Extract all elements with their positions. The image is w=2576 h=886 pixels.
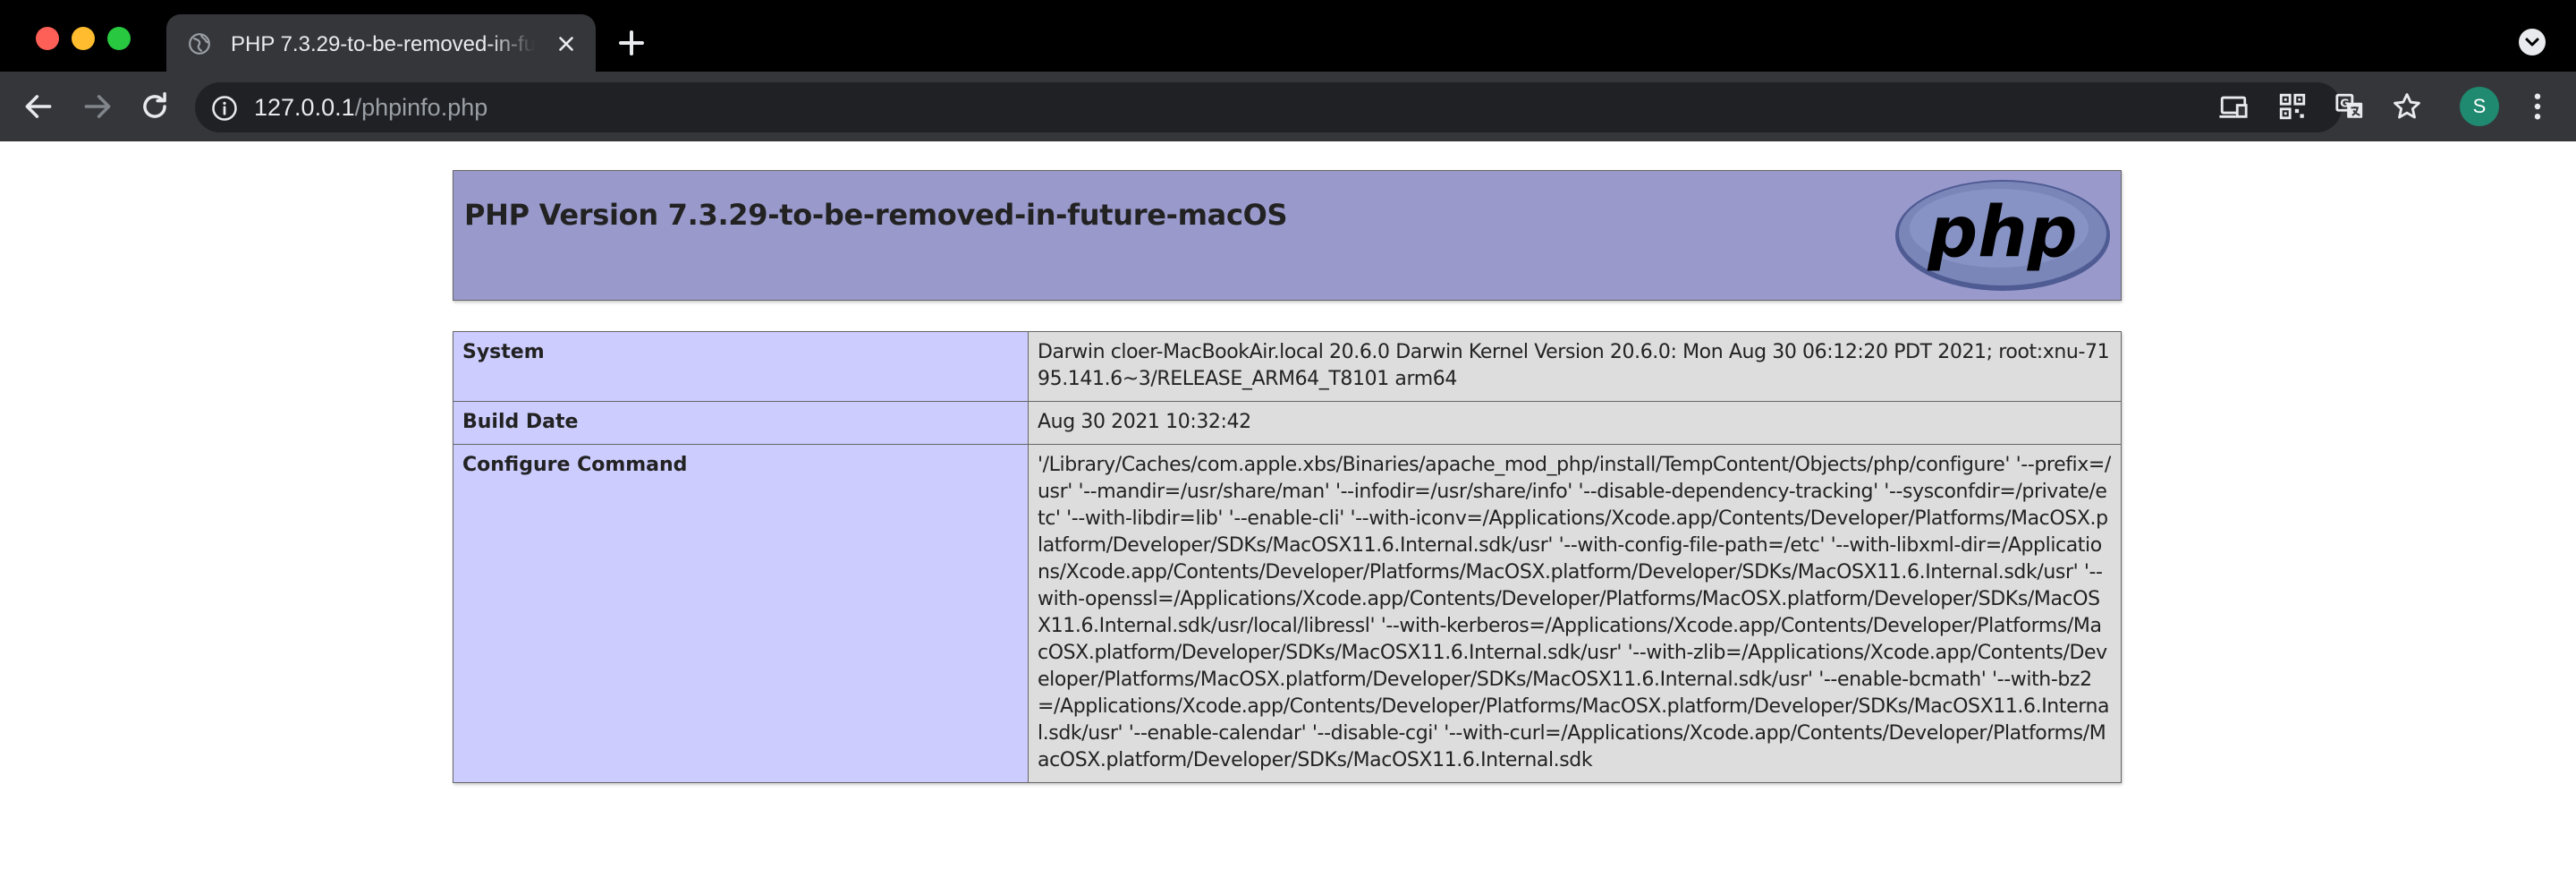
row-value-build-date: Aug 30 2021 10:32:42 bbox=[1028, 401, 2122, 445]
row-value-system: Darwin cloer-MacBookAir.local 20.6.0 Dar… bbox=[1028, 331, 2122, 402]
close-icon[interactable] bbox=[555, 32, 578, 55]
bookmark-star-icon[interactable] bbox=[2392, 91, 2422, 122]
minimize-window-button[interactable] bbox=[72, 27, 95, 50]
close-window-button[interactable] bbox=[36, 27, 59, 50]
globe-icon bbox=[189, 33, 210, 55]
php-version-header: PHP Version 7.3.29-to-be-removed-in-futu… bbox=[453, 170, 2122, 301]
address-bar[interactable] bbox=[195, 82, 2342, 132]
site-info-icon[interactable] bbox=[211, 95, 238, 122]
page-title: PHP Version 7.3.29-to-be-removed-in-futu… bbox=[464, 198, 1288, 232]
row-label-system: System bbox=[453, 331, 1029, 402]
url-path: /phpinfo.php bbox=[354, 94, 488, 121]
forward-arrow-icon[interactable] bbox=[80, 89, 114, 124]
more-menu-icon[interactable] bbox=[2524, 89, 2551, 124]
row-value-configure-command: '/Library/Caches/com.apple.xbs/Binaries/… bbox=[1028, 444, 2122, 783]
chevron-down-icon bbox=[2525, 38, 2539, 47]
cast-icon[interactable] bbox=[2218, 91, 2249, 122]
reload-icon[interactable] bbox=[138, 89, 172, 124]
php-logo-text: php bbox=[1927, 192, 2077, 273]
tab-title: PHP 7.3.29-to-be-removed-in-future-macOS bbox=[231, 32, 535, 56]
profile-avatar[interactable]: S bbox=[2460, 87, 2499, 126]
tab-strip: PHP 7.3.29-to-be-removed-in-future-macOS bbox=[0, 0, 2576, 72]
new-tab-plus-icon[interactable] bbox=[617, 29, 646, 57]
php-logo[interactable]: php bbox=[1894, 178, 2112, 293]
translate-icon[interactable]: G bbox=[2334, 91, 2365, 122]
row-label-build-date: Build Date bbox=[453, 401, 1029, 445]
qr-code-icon[interactable] bbox=[2277, 91, 2308, 122]
table-row: Build Date Aug 30 2021 10:32:42 bbox=[453, 401, 2122, 445]
table-row: Configure Command '/Library/Caches/com.a… bbox=[453, 444, 2122, 783]
zoom-window-button[interactable] bbox=[107, 27, 131, 50]
back-arrow-icon[interactable] bbox=[21, 89, 55, 124]
row-label-configure-command: Configure Command bbox=[453, 444, 1029, 783]
url-text[interactable]: 127.0.0.1/phpinfo.php bbox=[254, 91, 487, 124]
tab-phpinfo[interactable]: PHP 7.3.29-to-be-removed-in-future-macOS bbox=[166, 14, 596, 72]
tab-search-button[interactable] bbox=[2519, 29, 2546, 55]
table-row: System Darwin cloer-MacBookAir.local 20.… bbox=[453, 331, 2122, 402]
php-info-table: System Darwin cloer-MacBookAir.local 20.… bbox=[453, 331, 2122, 783]
url-host: 127.0.0.1 bbox=[254, 94, 355, 121]
